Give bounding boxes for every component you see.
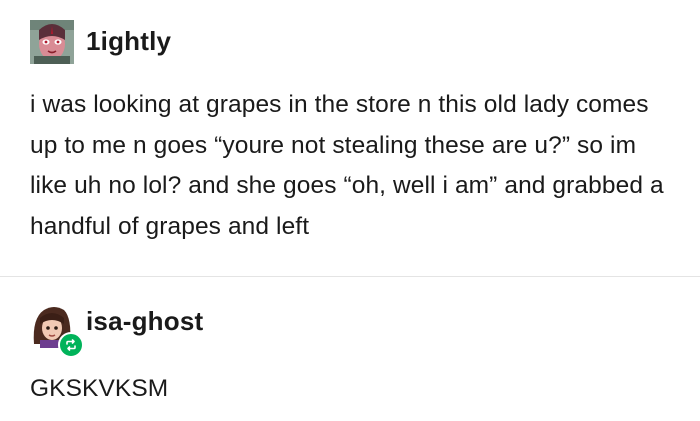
- reblog-badge: [58, 332, 84, 358]
- username[interactable]: isa-ghost: [86, 306, 203, 337]
- avatar-icon: [30, 20, 74, 64]
- avatar[interactable]: [30, 20, 74, 64]
- post-header: 1ightly: [30, 20, 171, 64]
- post-text: GKSKVKSM: [30, 375, 169, 402]
- divider: [0, 276, 700, 277]
- reblog-icon: [66, 339, 76, 351]
- username[interactable]: 1ightly: [86, 26, 171, 57]
- post-header: isa-ghost: [30, 304, 203, 358]
- post-text: i was looking at grapes in the store n t…: [30, 91, 664, 240]
- avatar[interactable]: [30, 304, 84, 358]
